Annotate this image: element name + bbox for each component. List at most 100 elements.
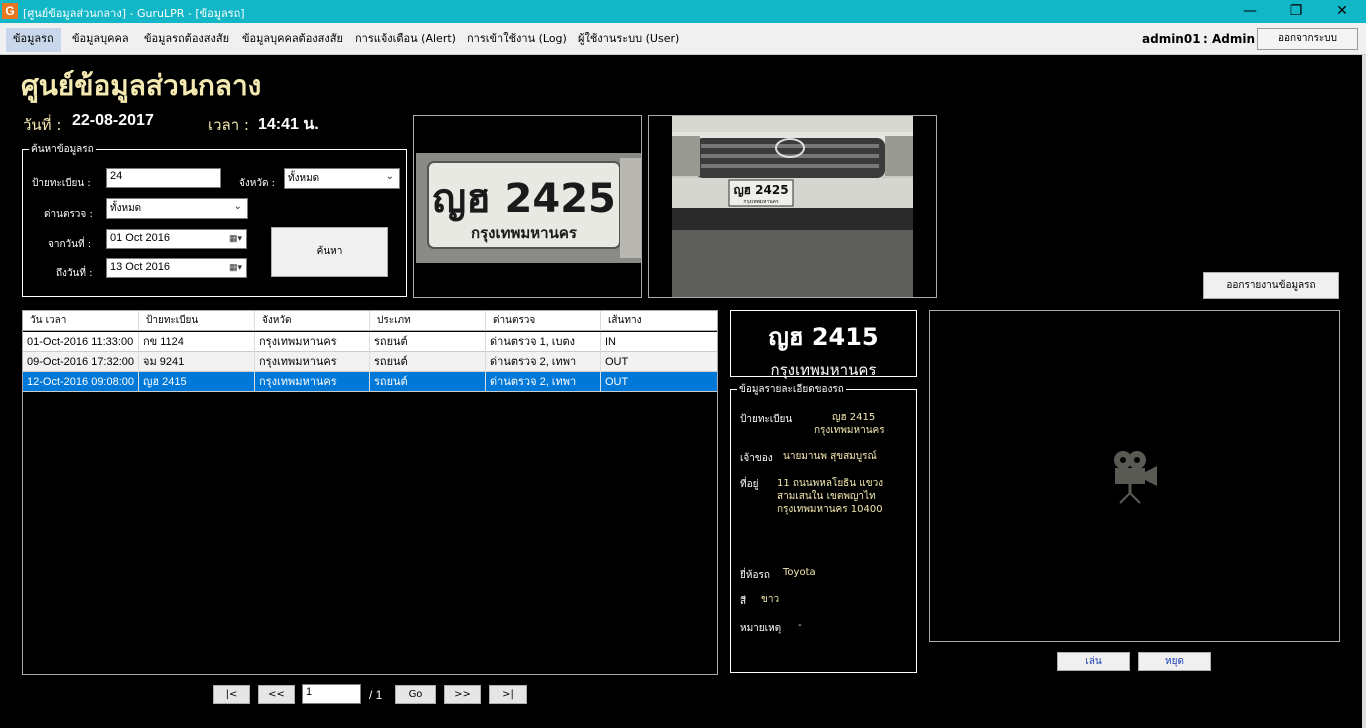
column-header-datetime[interactable]: วัน เวลา [23, 311, 139, 331]
page-title: ศูนย์ข้อมูลส่วนกลาง [21, 69, 262, 102]
table-row-selected[interactable]: 12-Oct-2016 09:08:00 ญฮ 2415 กรุงเทพมหาน… [23, 372, 717, 392]
logout-button[interactable]: ออกจากระบบ [1257, 28, 1358, 50]
stop-button[interactable]: หยุด [1138, 652, 1211, 671]
table-header: วัน เวลา ป้ายทะเบียน จังหวัด ประเภท ด่าน… [23, 311, 717, 331]
time-value: 14:41 น. [258, 116, 319, 133]
detail-address-line2: สามเสนใน เขตพญาไท [777, 491, 876, 502]
to-date-value: 13 Oct 2016 [110, 261, 170, 273]
role-label: : Admin [1203, 32, 1256, 46]
detail-brand-value: Toyota [783, 567, 816, 578]
detail-owner-label: เจ้าของ [740, 453, 773, 464]
table-row[interactable]: 09-Oct-2016 17:32:00 จม 9241 กรุงเทพมหาน… [23, 352, 717, 372]
car-data-table: วัน เวลา ป้ายทะเบียน จังหวัด ประเภท ด่าน… [22, 310, 718, 675]
cell-province: กรุงเทพมหานคร [255, 352, 370, 372]
video-player[interactable] [929, 310, 1340, 642]
cell-checkpoint: ด่านตรวจ 1, เบตง [486, 332, 601, 352]
last-page-button[interactable]: >| [489, 685, 527, 704]
export-report-button[interactable]: ออกรายงานข้อมูลรถ [1203, 272, 1339, 299]
cell-route: OUT [605, 376, 629, 388]
checkpoint-select-value: ทั้งหมด [110, 203, 142, 214]
menu-item-suspect-person[interactable]: ข้อมูลบุคคลต้องสงสัย [235, 28, 350, 52]
cell-datetime: 09-Oct-2016 17:32:00 [23, 352, 139, 372]
play-button[interactable]: เล่น [1057, 652, 1130, 671]
search-legend: ค้นหาข้อมูลรถ [29, 142, 96, 157]
column-header-checkpoint[interactable]: ด่านตรวจ [486, 311, 601, 331]
date-value: 22-08-2017 [72, 112, 154, 129]
video-camera-icon [1114, 451, 1157, 504]
cell-province: กรุงเทพมหานคร [255, 332, 370, 352]
car-plate-text-line2: กรุงเทพมหานคร [743, 199, 779, 205]
cell-province: กรุงเทพมหานคร [255, 372, 370, 392]
cell-plate: กข 1124 [139, 332, 255, 352]
column-header-plate[interactable]: ป้ายทะเบียน [139, 311, 255, 331]
detail-color-value: ขาว [761, 594, 780, 605]
menu-item-person-data[interactable]: ข้อมูลบุคคล [65, 28, 136, 52]
page-number-input[interactable]: 1 [302, 684, 361, 704]
province-label: จังหวัด : [239, 178, 275, 189]
car-image: ญฮ 2425 กรุงเทพมหานคร [648, 115, 937, 298]
search-button[interactable]: ค้นหา [271, 227, 388, 277]
detail-plate-line2: กรุงเทพมหานคร [814, 425, 885, 436]
first-page-button[interactable]: |< [213, 685, 250, 704]
menu-item-suspect-car[interactable]: ข้อมูลรถต้องสงสัย [137, 28, 236, 52]
cell-type: รถยนต์ [370, 332, 486, 352]
time-label: เวลา : [208, 116, 249, 134]
to-date-picker[interactable]: 13 Oct 2016 ▦▾ [106, 258, 247, 278]
checkpoint-select[interactable]: ทั้งหมด ⌄ [106, 198, 248, 219]
selected-plate-province: กรุงเทพมหานคร [770, 361, 877, 379]
cell-datetime: 01-Oct-2016 11:33:00 [23, 332, 139, 352]
selected-plate-display: ญฮ 2415 กรุงเทพมหานคร [730, 310, 917, 379]
calendar-icon[interactable]: ▦▾ [229, 233, 242, 244]
cell-type: รถยนต์ [370, 352, 486, 372]
from-date-label: จากวันที่ : [48, 239, 92, 250]
app-logo-icon: G [2, 3, 18, 19]
column-header-province[interactable]: จังหวัด [255, 311, 370, 331]
menu-item-car-data[interactable]: ข้อมูลรถ [6, 28, 61, 52]
car-detail-legend: ข้อมูลรายละเอียดของรถ [737, 382, 846, 397]
detail-address-label: ที่อยู่ [740, 479, 759, 490]
window-title: [ศูนย์ข้อมูลส่วนกลาง] - GuruLPR - [ข้อมู… [23, 7, 245, 20]
selected-plate-number: ญฮ 2415 [768, 323, 879, 351]
detail-owner-value: นายมานพ สุขสมบูรณ์ [783, 451, 877, 462]
plate-label: ป้ายทะเบียน : [32, 178, 91, 189]
car-plate-text-line1: ญฮ 2425 [733, 183, 788, 197]
page-count-label: / 1 [369, 688, 383, 702]
column-header-type[interactable]: ประเภท [370, 311, 486, 331]
cell-plate: จม 9241 [139, 352, 255, 372]
next-page-button[interactable]: >> [444, 685, 481, 704]
vertical-scrollbar[interactable] [1362, 55, 1366, 728]
chevron-down-icon: ⌄ [233, 201, 242, 212]
detail-address-line3: กรุงเทพมหานคร 10400 [777, 504, 883, 515]
menu-item-user[interactable]: ผู้ใช้งานระบบ (User) [571, 28, 686, 52]
date-label: วันที่ : [23, 116, 62, 134]
cell-route: IN [605, 336, 616, 348]
cell-datetime: 12-Oct-2016 09:08:00 [23, 372, 139, 392]
cell-checkpoint: ด่านตรวจ 2, เทพา [486, 352, 601, 372]
restore-button[interactable]: ❐ [1273, 0, 1319, 23]
checkpoint-label: ด่านตรวจ : [44, 209, 93, 220]
menu-bar: ข้อมูลรถ ข้อมูลบุคคล ข้อมูลรถต้องสงสัย ข… [0, 23, 1366, 55]
province-select-value: ทั้งหมด [288, 173, 320, 184]
detail-color-label: สี [740, 596, 747, 607]
detail-address-line1: 11 ถนนพหลโยธิน แขวง [777, 478, 884, 489]
menu-item-alert[interactable]: การแจ้งเตือน (Alert) [348, 28, 463, 52]
cell-checkpoint: ด่านตรวจ 2, เทพา [486, 372, 601, 392]
table-row[interactable]: 01-Oct-2016 11:33:00 กข 1124 กรุงเทพมหาน… [23, 332, 717, 352]
menu-item-log[interactable]: การเข้าใช้งาน (Log) [460, 28, 574, 52]
chevron-down-icon: ⌄ [385, 171, 394, 182]
plate-input[interactable]: 24 [106, 168, 221, 188]
calendar-icon[interactable]: ▦▾ [229, 262, 242, 273]
close-button[interactable]: ✕ [1319, 0, 1365, 23]
minimize-button[interactable]: — [1227, 0, 1273, 23]
cell-type: รถยนต์ [370, 372, 486, 392]
plate-crop-image: ญฮ 2425 กรุงเทพมหานคร [413, 115, 642, 298]
username-label: admin01 [1142, 32, 1201, 46]
detail-note-value: - [798, 620, 802, 631]
prev-page-button[interactable]: << [258, 685, 295, 704]
car-detail-group: ข้อมูลรายละเอียดของรถ ป้ายทะเบียน ญฮ 241… [730, 382, 917, 673]
from-date-picker[interactable]: 01 Oct 2016 ▦▾ [106, 229, 247, 249]
province-select[interactable]: ทั้งหมด ⌄ [284, 168, 400, 189]
go-page-button[interactable]: Go [395, 685, 436, 704]
detail-plate-line1: ญฮ 2415 [832, 412, 876, 423]
column-header-route[interactable]: เส้นทาง [601, 311, 717, 331]
